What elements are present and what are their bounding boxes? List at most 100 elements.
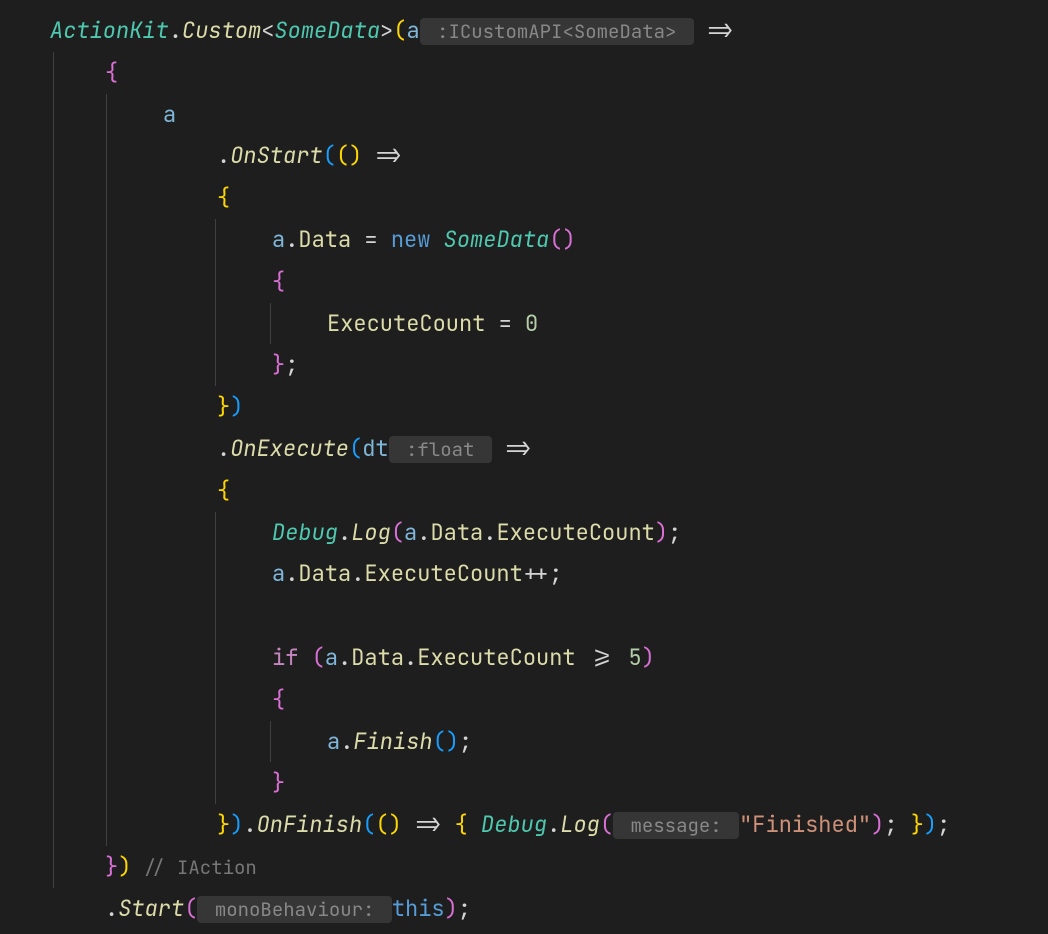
method-token: Log bbox=[560, 810, 600, 839]
paren-token: ) bbox=[230, 392, 243, 421]
brace-token: } bbox=[105, 852, 118, 881]
inlay-hint: message: bbox=[613, 812, 739, 839]
punct-token: . bbox=[351, 559, 364, 588]
method-token: OnFinish bbox=[257, 810, 363, 839]
punct-token: . bbox=[483, 518, 496, 547]
type-token: ActionKit bbox=[50, 16, 169, 45]
property-token: Data bbox=[298, 225, 351, 254]
paren-token: ( bbox=[433, 727, 446, 756]
paren-token: ( bbox=[362, 810, 375, 839]
paren-token: ) bbox=[642, 643, 655, 672]
paren-token: ) bbox=[871, 810, 884, 839]
code-line[interactable]: } bbox=[50, 762, 1048, 804]
method-token: OnExecute bbox=[230, 434, 349, 463]
punct-token: = bbox=[485, 309, 525, 338]
code-line[interactable] bbox=[50, 595, 1048, 637]
code-line[interactable]: }).OnFinish(() => { Debug.Log( message: … bbox=[50, 804, 1048, 846]
paren-token: ) bbox=[562, 225, 575, 254]
paren-token: ( bbox=[600, 810, 613, 839]
punct-token: . bbox=[285, 559, 298, 588]
method-token: Custom bbox=[182, 16, 261, 45]
property-token: ExecuteCount bbox=[417, 643, 575, 672]
property-token: Data bbox=[298, 559, 351, 588]
code-line[interactable]: }) // IAction bbox=[50, 846, 1048, 888]
method-token: Log bbox=[351, 518, 391, 547]
paren-token: ( bbox=[349, 434, 362, 463]
code-line[interactable]: a.Finish(); bbox=[50, 721, 1048, 763]
punct-token: < bbox=[261, 16, 274, 45]
number-token: 5 bbox=[628, 643, 641, 672]
code-line[interactable]: }) bbox=[50, 386, 1048, 428]
number-token: 0 bbox=[525, 309, 538, 338]
code-line[interactable]: }; bbox=[50, 344, 1048, 386]
paren-token: ( bbox=[312, 643, 325, 672]
brace-token: } bbox=[272, 768, 285, 797]
punct-token: . bbox=[285, 225, 298, 254]
comment-token: // IAction bbox=[131, 855, 256, 880]
punct-token: . bbox=[417, 518, 430, 547]
punct-token: => bbox=[362, 141, 402, 170]
code-line[interactable]: Debug.Log(a.Data.ExecuteCount); bbox=[50, 512, 1048, 554]
method-token: OnStart bbox=[230, 141, 322, 170]
code-line[interactable]: .OnExecute(dt :float => bbox=[50, 428, 1048, 470]
code-editor-content[interactable]: ActionKit.Custom<SomeData>(a :ICustomAPI… bbox=[50, 10, 1048, 930]
brace-token: { bbox=[272, 685, 285, 714]
paren-token: ( bbox=[391, 518, 404, 547]
type-token: Debug bbox=[481, 810, 547, 839]
punct-token: ; bbox=[937, 810, 950, 839]
brace-token: { bbox=[105, 58, 118, 87]
code-line[interactable]: { bbox=[50, 470, 1048, 512]
paren-token: ) bbox=[446, 727, 459, 756]
code-line[interactable]: .Start( monoBehaviour: this); bbox=[50, 888, 1048, 930]
punct-token: . bbox=[169, 16, 182, 45]
brace-token: } bbox=[217, 392, 230, 421]
property-token: Data bbox=[351, 643, 404, 672]
code-line[interactable]: ExecuteCount = 0 bbox=[50, 303, 1048, 345]
variable-token: a bbox=[272, 559, 285, 588]
punct-token: => bbox=[402, 810, 455, 839]
code-line[interactable]: { bbox=[50, 261, 1048, 303]
punct-token: . bbox=[243, 810, 256, 839]
code-line[interactable]: a.Data.ExecuteCount++; bbox=[50, 553, 1048, 595]
paren-token: ) bbox=[924, 810, 937, 839]
type-token: SomeData bbox=[274, 16, 380, 45]
code-line[interactable]: a bbox=[50, 94, 1048, 136]
paren-token: ) bbox=[349, 141, 362, 170]
punct-token: . bbox=[338, 518, 351, 547]
property-token: Data bbox=[430, 518, 483, 547]
code-line[interactable]: .OnStart(() => bbox=[50, 135, 1048, 177]
punct-token: => bbox=[492, 434, 532, 463]
punct-token: . bbox=[340, 727, 353, 756]
keyword-token: if bbox=[272, 643, 298, 672]
method-token: Finish bbox=[353, 727, 432, 756]
brace-token: { bbox=[272, 267, 285, 296]
inlay-hint: :ICustomAPI<SomeData> bbox=[420, 18, 694, 45]
code-line[interactable]: ActionKit.Custom<SomeData>(a :ICustomAPI… bbox=[50, 10, 1048, 52]
variable-token: a bbox=[163, 100, 176, 129]
punct-token: >= bbox=[576, 643, 629, 672]
code-line[interactable]: { bbox=[50, 177, 1048, 219]
code-line[interactable]: if (a.Data.ExecuteCount >= 5) bbox=[50, 637, 1048, 679]
paren-token: ) bbox=[230, 810, 243, 839]
paren-token: ( bbox=[375, 810, 388, 839]
punct-token: . bbox=[217, 434, 230, 463]
paren-token: ( bbox=[323, 141, 336, 170]
brace-token: { bbox=[217, 476, 230, 505]
code-line[interactable]: { bbox=[50, 52, 1048, 94]
paren-token: ( bbox=[336, 141, 349, 170]
variable-token: a bbox=[272, 225, 285, 254]
brace-token: { bbox=[217, 183, 230, 212]
type-token: Debug bbox=[272, 518, 338, 547]
paren-token: ( bbox=[549, 225, 562, 254]
punct-token: = bbox=[351, 225, 391, 254]
variable-token: a bbox=[404, 518, 417, 547]
code-line[interactable]: { bbox=[50, 679, 1048, 721]
property-token: ExecuteCount bbox=[327, 309, 485, 338]
paren-token: ) bbox=[445, 894, 458, 923]
paren-token: ) bbox=[389, 810, 402, 839]
punct-token: . bbox=[338, 643, 351, 672]
property-token: ExecuteCount bbox=[496, 518, 654, 547]
punct-token: ; bbox=[459, 727, 472, 756]
method-token: Start bbox=[118, 894, 184, 923]
code-line[interactable]: a.Data = new SomeData() bbox=[50, 219, 1048, 261]
